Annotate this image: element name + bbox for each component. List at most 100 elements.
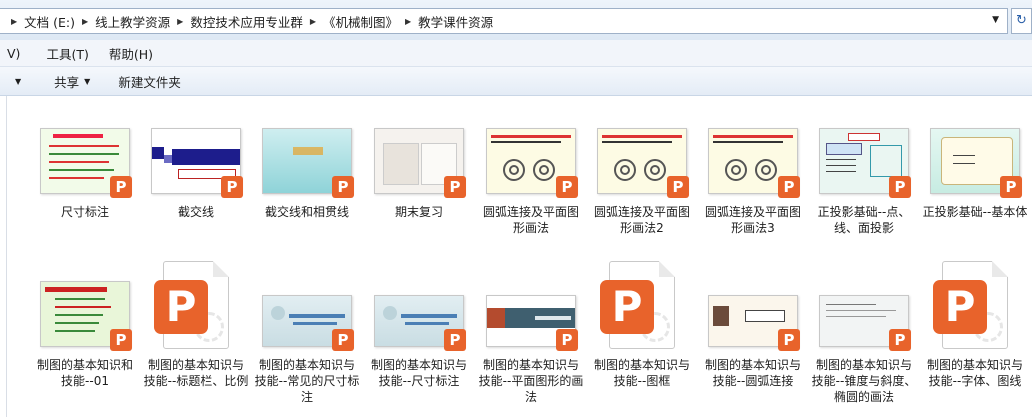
file-thumbnail: P [486, 128, 578, 198]
file-item[interactable]: P 截交线和相贯线 [252, 128, 362, 220]
breadcrumb: ▶ 文档 (E:) ▶ 线上教学资源 ▶ 数控技术应用专业群 ▶ 《机械制图》 … [4, 9, 493, 33]
powerpoint-icon: P [1000, 176, 1022, 198]
breadcrumb-item[interactable]: 线上教学资源 [95, 12, 170, 31]
file-thumbnail: P [151, 261, 241, 351]
file-thumbnail: P [262, 295, 354, 351]
file-name: 正投影基础--基本体 [922, 205, 1028, 219]
file-name: 圆弧连接及平面图形画法2 [593, 205, 690, 235]
file-item[interactable]: P 圆弧连接及平面图形画法2 [587, 128, 697, 236]
menu-tools[interactable]: 工具(T) [39, 44, 95, 63]
file-item[interactable]: P 期末复习 [364, 128, 474, 220]
file-item[interactable]: P 正投影基础--基本体 [920, 128, 1030, 220]
file-item[interactable]: P 制图的基本知识与技能--标题栏、比例 [141, 261, 251, 389]
breadcrumb-separator-icon[interactable]: ▶ [310, 17, 316, 26]
file-item[interactable]: P 圆弧连接及平面图形画法3 [698, 128, 808, 236]
file-thumbnail: P [708, 295, 800, 351]
file-thumbnail: P [930, 128, 1022, 198]
powerpoint-icon: P [332, 329, 354, 351]
breadcrumb-separator-icon[interactable]: ▶ [405, 17, 411, 26]
powerpoint-icon: P [778, 176, 800, 198]
file-name: 制图的基本知识与技能--字体、图线 [926, 358, 1023, 388]
refresh-icon[interactable]: ↻ [1011, 8, 1032, 34]
breadcrumb-item[interactable]: 教学课件资源 [418, 12, 493, 31]
powerpoint-file-icon: P [154, 261, 229, 349]
file-name: 期末复习 [394, 205, 443, 219]
file-thumbnail: P [262, 128, 354, 198]
file-item[interactable]: P 制图的基本知识与技能--常见的尺寸标注 [252, 295, 362, 405]
pane-divider [6, 96, 7, 417]
file-item[interactable]: P 制图的基本知识与技能--锥度与斜度、椭圆的画法 [809, 295, 919, 405]
menu-view[interactable]: V) [0, 46, 27, 61]
file-item[interactable]: P 圆弧连接及平面图形画法 [476, 128, 586, 236]
command-bar: ▼ 共享 ▼ 新建文件夹 [0, 67, 1032, 96]
file-thumbnail: P [40, 128, 132, 198]
file-name: 制图的基本知识与技能--图框 [593, 358, 690, 388]
file-item[interactable]: P 截交线 [141, 128, 251, 220]
breadcrumb-item[interactable]: 数控技术应用专业群 [190, 12, 303, 31]
menu-help[interactable]: 帮助(H) [102, 44, 160, 63]
address-bar[interactable]: ▶ 文档 (E:) ▶ 线上教学资源 ▶ 数控技术应用专业群 ▶ 《机械制图》 … [0, 8, 1008, 34]
powerpoint-icon: P [889, 329, 911, 351]
file-name: 截交线和相贯线 [264, 205, 349, 219]
address-dropdown-icon[interactable]: ▼ [992, 15, 999, 25]
powerpoint-icon: P [600, 280, 654, 334]
file-thumbnail: P [597, 261, 687, 351]
menu-bar: V) 工具(T) 帮助(H) [0, 40, 1032, 67]
file-name: 制图的基本知识与技能--平面图形的画法 [478, 358, 584, 404]
file-thumbnail: P [486, 295, 578, 351]
file-item[interactable]: P 制图的基本知识与技能--图框 [587, 261, 697, 389]
powerpoint-icon: P [444, 176, 466, 198]
file-name: 制图的基本知识和技能--01 [36, 358, 133, 388]
powerpoint-icon: P [933, 280, 987, 334]
file-list: P 尺寸标注 P 截交线 P 截交线和相贯线 P 期末复习 P 圆弧连接及平面图… [0, 96, 1032, 417]
powerpoint-icon: P [778, 329, 800, 351]
powerpoint-file-icon: P [600, 261, 675, 349]
powerpoint-icon: P [110, 329, 132, 351]
file-thumbnail: P [374, 295, 466, 351]
share-label: 共享 [54, 74, 80, 90]
file-name: 制图的基本知识与技能--常见的尺寸标注 [254, 358, 360, 404]
powerpoint-icon: P [110, 176, 132, 198]
file-name: 制图的基本知识与技能--尺寸标注 [370, 358, 467, 388]
breadcrumb-separator-icon[interactable]: ▶ [82, 17, 88, 26]
breadcrumb-separator-icon[interactable]: ▶ [11, 17, 17, 26]
file-name: 圆弧连接及平面图形画法3 [704, 205, 801, 235]
powerpoint-icon: P [332, 176, 354, 198]
file-thumbnail: P [597, 128, 689, 198]
file-name: 截交线 [177, 205, 214, 219]
file-name: 尺寸标注 [60, 205, 109, 219]
file-name: 正投影基础--点、线、面投影 [817, 205, 911, 235]
file-item[interactable]: P 正投影基础--点、线、面投影 [809, 128, 919, 236]
file-name: 制图的基本知识与技能--锥度与斜度、椭圆的画法 [811, 358, 917, 404]
powerpoint-icon: P [444, 329, 466, 351]
file-item[interactable]: P 制图的基本知识与技能--平面图形的画法 [476, 295, 586, 405]
powerpoint-icon: P [154, 280, 208, 334]
file-item[interactable]: P 制图的基本知识与技能--字体、图线 [920, 261, 1030, 389]
organize-dropdown-icon[interactable]: ▼ [10, 77, 21, 86]
file-item[interactable]: P 尺寸标注 [30, 128, 140, 220]
file-name: 制图的基本知识与技能--圆弧连接 [704, 358, 801, 388]
chevron-down-icon: ▼ [84, 76, 91, 86]
file-thumbnail: P [819, 128, 911, 198]
file-thumbnail: P [151, 128, 243, 198]
file-item[interactable]: P 制图的基本知识和技能--01 [30, 281, 140, 389]
breadcrumb-item[interactable]: 文档 (E:) [24, 12, 75, 31]
powerpoint-icon: P [556, 176, 578, 198]
file-item[interactable]: P 制图的基本知识与技能--圆弧连接 [698, 295, 808, 389]
file-name: 圆弧连接及平面图形画法 [482, 205, 579, 235]
breadcrumb-item[interactable]: 《机械制图》 [323, 12, 398, 31]
new-folder-button[interactable]: 新建文件夹 [118, 72, 181, 91]
file-thumbnail: P [819, 295, 911, 351]
powerpoint-icon: P [221, 176, 243, 198]
address-bar-row: ▶ 文档 (E:) ▶ 线上教学资源 ▶ 数控技术应用专业群 ▶ 《机械制图》 … [0, 0, 1032, 40]
file-name: 制图的基本知识与技能--标题栏、比例 [143, 358, 249, 388]
file-item[interactable]: P 制图的基本知识与技能--尺寸标注 [364, 295, 474, 389]
share-button[interactable]: 共享 ▼ [54, 72, 90, 91]
powerpoint-icon: P [556, 329, 578, 351]
powerpoint-icon: P [889, 176, 911, 198]
powerpoint-file-icon: P [933, 261, 1008, 349]
file-thumbnail: P [930, 261, 1020, 351]
powerpoint-icon: P [667, 176, 689, 198]
breadcrumb-separator-icon[interactable]: ▶ [177, 17, 183, 26]
file-thumbnail: P [374, 128, 466, 198]
